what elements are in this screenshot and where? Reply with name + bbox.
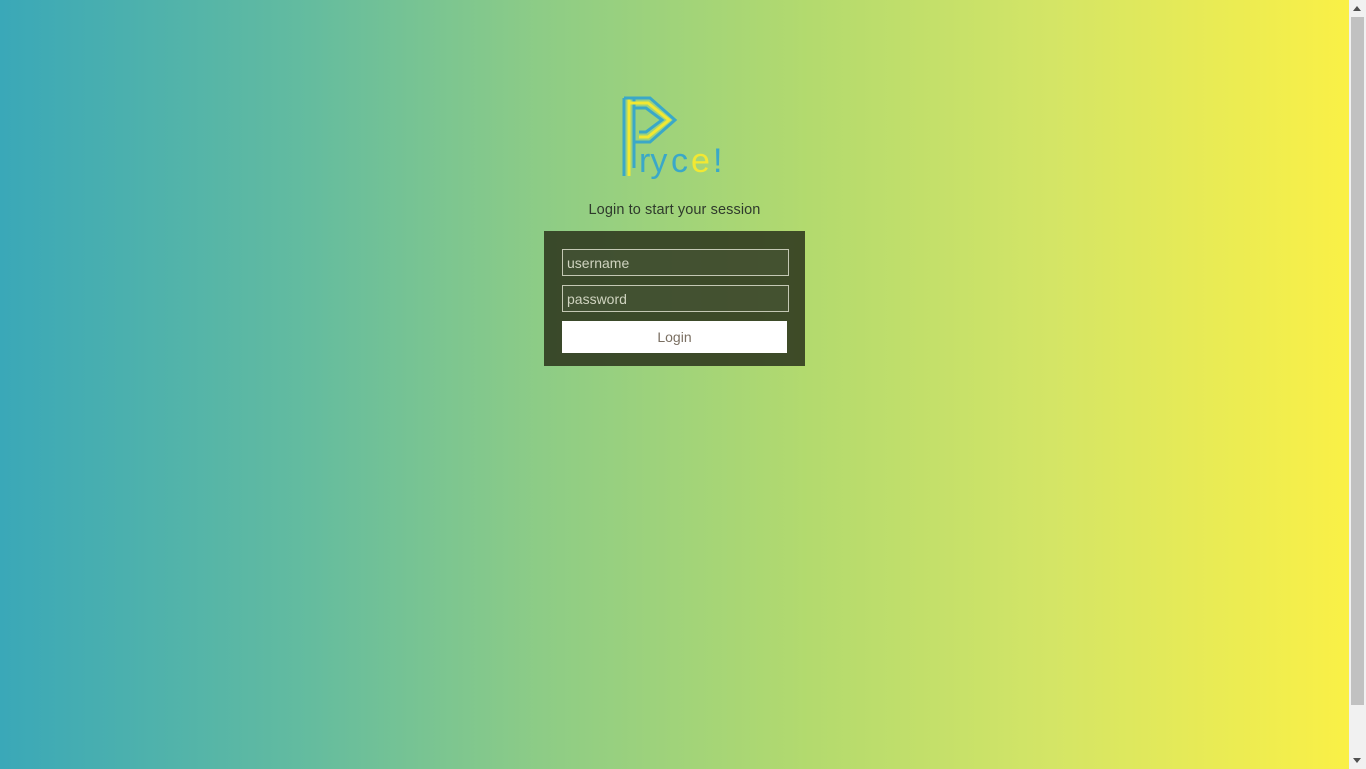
password-input[interactable] bbox=[562, 285, 789, 312]
scrollbar-thumb[interactable] bbox=[1351, 17, 1364, 705]
login-form: Login bbox=[544, 231, 805, 366]
login-button[interactable]: Login bbox=[562, 321, 787, 353]
login-subtitle: Login to start your session bbox=[588, 202, 761, 218]
svg-text:!: ! bbox=[713, 142, 722, 180]
svg-text:c: c bbox=[671, 142, 688, 180]
svg-text:e: e bbox=[691, 142, 710, 180]
username-input[interactable] bbox=[562, 249, 789, 276]
vertical-scrollbar[interactable] bbox=[1349, 0, 1366, 769]
pryce-logo: ry c e ! bbox=[622, 96, 722, 180]
login-page-background: ry c e ! Login to start your session Log… bbox=[0, 0, 1349, 769]
scroll-up-arrow-icon[interactable] bbox=[1349, 0, 1366, 17]
svg-text:ry: ry bbox=[639, 142, 667, 180]
scroll-down-arrow-icon[interactable] bbox=[1349, 752, 1366, 769]
